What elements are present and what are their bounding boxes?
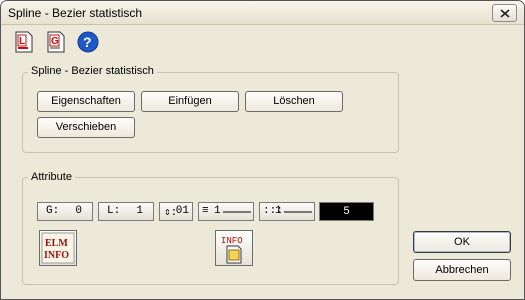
line-width-icon: ≡	[202, 205, 209, 217]
document-g-letter: G	[51, 36, 59, 47]
attr-g-value: 0	[75, 205, 82, 217]
attr-linetype-field[interactable]: ::: 1	[259, 202, 315, 221]
attr-l-value: 1	[136, 205, 143, 217]
eigenschaften-button[interactable]: Eigenschaften	[37, 91, 135, 112]
attr-height-field[interactable]: ⇕: 01	[159, 202, 193, 221]
elm-info-icon: ELM INFO	[41, 232, 75, 264]
attribute-group-label: Attribute	[28, 171, 75, 183]
spline-group-box	[22, 72, 399, 153]
window-title: Spline - Bezier statistisch	[8, 6, 143, 20]
attr-color-field[interactable]: 5	[319, 202, 374, 221]
info-icon: INFO	[221, 236, 243, 264]
cancel-button[interactable]: Abbrechen	[413, 259, 511, 281]
help-glyph: ?	[83, 34, 92, 50]
dialog-window: Spline - Bezier statistisch L G ? Spline…	[0, 0, 525, 300]
attr-l-label: L:	[107, 205, 121, 217]
attr-g-field[interactable]: G: 0	[37, 202, 93, 221]
attr-linewidth-value: 1	[214, 205, 221, 217]
verschieben-button[interactable]: Verschieben	[37, 117, 135, 138]
loeschen-button[interactable]: Löschen	[245, 91, 343, 112]
title-bar[interactable]: Spline - Bezier statistisch	[1, 1, 524, 25]
attr-g-label: G:	[46, 205, 60, 217]
help-icon[interactable]: ?	[77, 31, 99, 53]
attr-height-value: 01	[175, 205, 189, 217]
document-l-letter: L	[19, 36, 25, 47]
info-text: INFO	[221, 236, 243, 246]
close-button[interactable]	[492, 4, 517, 22]
elm-text: ELM	[45, 238, 68, 249]
document-g-icon[interactable]: G	[45, 31, 67, 53]
elm-info-button[interactable]: ELM INFO	[39, 230, 77, 266]
attr-l-field[interactable]: L: 1	[98, 202, 154, 221]
spline-group-label: Spline - Bezier statistisch	[28, 65, 157, 77]
info-button[interactable]: INFO	[215, 230, 253, 266]
document-l-icon[interactable]: L	[13, 31, 35, 53]
attr-linetype-value: 1	[275, 205, 282, 217]
einfuegen-button[interactable]: Einfügen	[141, 91, 239, 112]
ok-button[interactable]: OK	[413, 231, 511, 253]
close-icon	[500, 9, 510, 18]
elm-info-text: INFO	[44, 250, 69, 261]
attr-linewidth-field[interactable]: ≡ 1	[198, 202, 254, 221]
attribute-group-box	[22, 177, 399, 285]
